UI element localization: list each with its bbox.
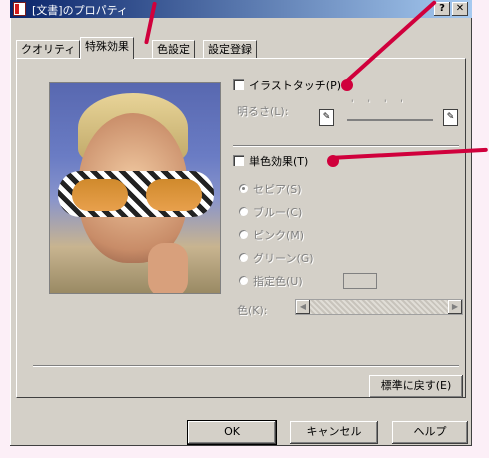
bottom-separator <box>33 365 459 367</box>
monochrome-checkbox-label[interactable]: 単色効果(T) <box>249 153 308 169</box>
illustration-checkbox-label[interactable]: イラストタッチ(P) <box>249 77 341 93</box>
effect-preview-image <box>49 82 221 294</box>
radio-blue-label[interactable]: ブルー(C) <box>253 204 302 220</box>
tab-quality[interactable]: クオリティ <box>16 40 81 59</box>
scroll-left-button[interactable]: ◀ <box>296 300 310 314</box>
help-bottom-button[interactable]: ヘルプ <box>392 421 468 444</box>
brightness-label: 明るさ(L): <box>237 105 289 118</box>
color-label: 色(K): <box>237 304 268 317</box>
radio-green[interactable] <box>239 253 248 262</box>
title-bar[interactable]: [文書]のプロパティ ? ✕ <box>10 0 472 18</box>
radio-sepia[interactable] <box>239 184 248 193</box>
illustration-checkbox[interactable] <box>233 79 244 90</box>
ok-button[interactable]: OK <box>187 420 277 445</box>
help-button[interactable]: ? <box>434 2 450 16</box>
brightness-slider[interactable] <box>347 119 433 121</box>
brightness-high-icon: ✎ <box>443 109 458 126</box>
radio-custom-color-label[interactable]: 指定色(U) <box>253 273 303 289</box>
tab-save-settings[interactable]: 設定登録 <box>203 40 257 59</box>
radio-sepia-label[interactable]: セピア(S) <box>253 181 302 197</box>
custom-color-swatch[interactable] <box>343 273 377 289</box>
tab-color-settings[interactable]: 色設定 <box>152 40 195 59</box>
properties-dialog: [文書]のプロパティ ? ✕ クオリティ 特殊効果 色設定 設定登録 イラストタ… <box>10 0 472 446</box>
preview-lens-right <box>146 179 202 211</box>
preview-hand <box>148 243 188 293</box>
monochrome-checkbox[interactable] <box>233 155 244 166</box>
special-effects-panel: イラストタッチ(P) 明るさ(L): ✎ '''' ✎ 単色効果(T) セピア(… <box>16 58 466 398</box>
radio-pink-label[interactable]: ピンク(M) <box>253 227 304 243</box>
tab-special-effects[interactable]: 特殊効果 <box>80 37 134 59</box>
brightness-ticks: '''' <box>351 99 417 109</box>
radio-green-label[interactable]: グリーン(G) <box>253 250 314 266</box>
reset-defaults-button[interactable]: 標準に戻す(E) <box>369 375 463 398</box>
preview-lens-left <box>72 179 128 211</box>
window-title: [文書]のプロパティ <box>32 4 128 17</box>
close-button[interactable]: ✕ <box>452 2 468 16</box>
cancel-button[interactable]: キャンセル <box>290 421 378 444</box>
separator-line <box>233 145 459 147</box>
brightness-low-icon: ✎ <box>319 109 334 126</box>
radio-blue[interactable] <box>239 207 248 216</box>
radio-custom-color[interactable] <box>239 276 248 285</box>
document-app-icon <box>13 2 26 16</box>
radio-pink[interactable] <box>239 230 248 239</box>
scroll-right-button[interactable]: ▶ <box>448 300 462 314</box>
color-scrollbar[interactable]: ◀ ▶ <box>295 299 463 315</box>
